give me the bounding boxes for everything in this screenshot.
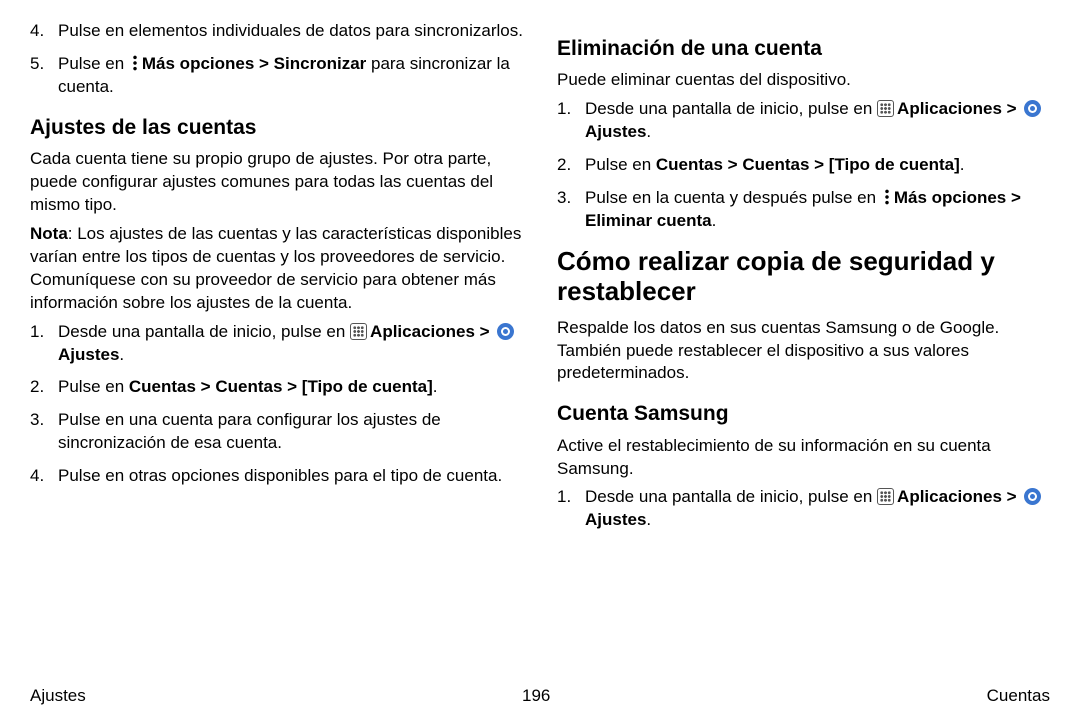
list-item: 1.Desde una pantalla de inicio, pulse en… (557, 98, 1050, 144)
step-body: Pulse en la cuenta y después pulse en Má… (585, 187, 1050, 233)
manual-page: 4.Pulse en elementos individuales de dat… (0, 0, 1080, 720)
step-list: 1.Desde una pantalla de inicio, pulse en… (30, 321, 523, 489)
bold-text: Aplicaciones > (370, 322, 494, 341)
bold-text: Cuentas > Cuentas > [Tipo de cuenta] (656, 155, 960, 174)
bold-text: Nota (30, 224, 68, 243)
settings-gear-icon (497, 323, 514, 340)
step-number: 2. (30, 376, 58, 399)
step-body: Pulse en Más opciones > Sincronizar para… (58, 53, 523, 99)
paragraph: Cada cuenta tiene su propio grupo de aju… (30, 148, 523, 217)
apps-icon (350, 323, 367, 340)
list-item: 2.Pulse en Cuentas > Cuentas > [Tipo de … (30, 376, 523, 399)
bold-text: Aplicaciones > (897, 99, 1021, 118)
step-number: 2. (557, 154, 585, 177)
heading-backup-reset: Cómo realizar copia de seguridad y resta… (557, 247, 1050, 307)
list-item: 4.Pulse en elementos individuales de dat… (30, 20, 523, 43)
step-number: 3. (30, 409, 58, 455)
list-item: 5.Pulse en Más opciones > Sincronizar pa… (30, 53, 523, 99)
more-options-icon (883, 189, 891, 205)
bold-text: Cuentas > Cuentas > [Tipo de cuenta] (129, 377, 433, 396)
list-item: 1.Desde una pantalla de inicio, pulse en… (30, 321, 523, 367)
footer-section-right: Cuentas (987, 686, 1050, 706)
step-body: Pulse en Cuentas > Cuentas > [Tipo de cu… (585, 154, 1050, 177)
bold-text: Ajustes (585, 122, 646, 141)
apps-icon (877, 100, 894, 117)
step-body: Pulse en una cuenta para configurar los … (58, 409, 523, 455)
step-body: Pulse en Cuentas > Cuentas > [Tipo de cu… (58, 376, 523, 399)
step-body: Pulse en elementos individuales de datos… (58, 20, 523, 43)
footer-page-number: 196 (522, 686, 550, 706)
step-number: 4. (30, 465, 58, 488)
step-body: Desde una pantalla de inicio, pulse en A… (58, 321, 523, 367)
left-column: 4.Pulse en elementos individuales de dat… (30, 20, 523, 542)
paragraph: Respalde los datos en sus cuentas Samsun… (557, 317, 1050, 386)
step-body: Desde una pantalla de inicio, pulse en A… (585, 486, 1050, 532)
step-number: 1. (30, 321, 58, 367)
step-number: 1. (557, 486, 585, 532)
step-body: Pulse en otras opciones disponibles para… (58, 465, 523, 488)
bold-text: Ajustes (585, 510, 646, 529)
step-list: 1.Desde una pantalla de inicio, pulse en… (557, 98, 1050, 233)
footer-section-left: Ajustes (30, 686, 86, 706)
continued-step-list: 4.Pulse en elementos individuales de dat… (30, 20, 523, 99)
step-body: Desde una pantalla de inicio, pulse en A… (585, 98, 1050, 144)
step-number: 5. (30, 53, 58, 99)
bold-text: Ajustes (58, 345, 119, 364)
bold-text: Aplicaciones > (897, 487, 1021, 506)
list-item: 3.Pulse en la cuenta y después pulse en … (557, 187, 1050, 233)
list-item: 3.Pulse en una cuenta para configurar lo… (30, 409, 523, 455)
two-column-layout: 4.Pulse en elementos individuales de dat… (30, 20, 1050, 542)
settings-gear-icon (1024, 488, 1041, 505)
more-options-icon (131, 55, 139, 71)
list-item: 1.Desde una pantalla de inicio, pulse en… (557, 486, 1050, 532)
list-item: 2.Pulse en Cuentas > Cuentas > [Tipo de … (557, 154, 1050, 177)
paragraph: Puede eliminar cuentas del dispositivo. (557, 69, 1050, 92)
step-list: 1.Desde una pantalla de inicio, pulse en… (557, 486, 1050, 532)
apps-icon (877, 488, 894, 505)
page-footer: Ajustes 196 Cuentas (30, 686, 1050, 706)
heading-samsung-account: Cuenta Samsung (557, 401, 1050, 426)
list-item: 4.Pulse en otras opciones disponibles pa… (30, 465, 523, 488)
bold-text: Más opciones > Eliminar cuenta (585, 188, 1021, 230)
step-number: 3. (557, 187, 585, 233)
heading-remove-account: Eliminación de una cuenta (557, 36, 1050, 61)
step-number: 1. (557, 98, 585, 144)
heading-account-settings: Ajustes de las cuentas (30, 115, 523, 140)
note-paragraph: Nota: Los ajustes de las cuentas y las c… (30, 223, 523, 315)
bold-text: Más opciones > Sincronizar (142, 54, 366, 73)
settings-gear-icon (1024, 100, 1041, 117)
step-number: 4. (30, 20, 58, 43)
right-column: Eliminación de una cuenta Puede eliminar… (557, 20, 1050, 542)
paragraph: Active el restablecimiento de su informa… (557, 435, 1050, 481)
